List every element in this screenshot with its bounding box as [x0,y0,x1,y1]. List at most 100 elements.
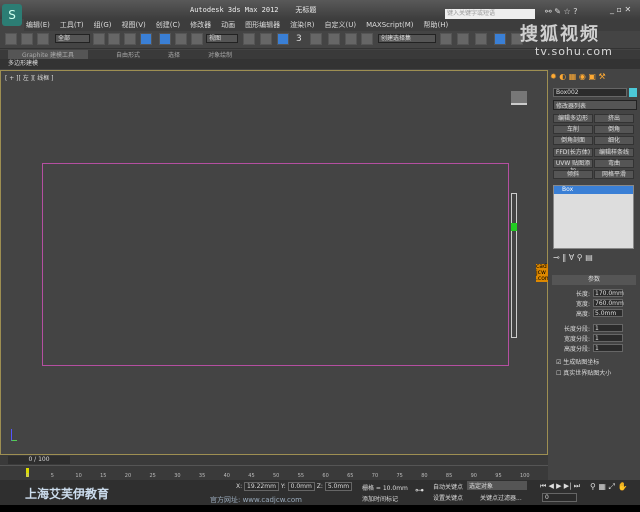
menu-graph-editors[interactable]: 图形编辑器 [245,20,280,30]
stack-item-box[interactable]: Box [554,186,633,194]
ribbon-panel-polygon-modeling[interactable]: 多边形建模 [0,59,640,69]
tab-graphite[interactable]: Graphite 建模工具 [8,50,89,59]
width-spinner[interactable]: 760.0mm [593,299,624,307]
track-tick-label: 30 [174,473,181,479]
track-bar[interactable]: 0 5 10 15 20 25 30 35 40 45 50 55 60 65 70 75 80 85 90 95 10… [0,465,548,480]
select-object-icon[interactable] [93,33,105,45]
viewcube-icon[interactable] [511,91,527,105]
mod-edit-poly-button[interactable]: 编辑多边形 [553,114,593,123]
align-icon[interactable] [457,33,469,45]
auto-key-button[interactable]: 自动关键点 [433,482,463,491]
angle-snap-icon[interactable] [310,33,322,45]
ref-coord-dropdown[interactable]: 视图 [206,34,238,43]
width-segs-spinner[interactable]: 1 [593,334,623,342]
menu-create[interactable]: 创建(C) [156,20,180,30]
modifier-list-dropdown[interactable]: 修改器列表 [553,100,637,110]
menu-customize[interactable]: 自定义(U) [324,20,356,30]
site-watermark: 官方网址: www.cadjcw.com [210,496,302,504]
pivot-icon[interactable] [243,33,255,45]
spinner-snap-icon[interactable] [345,33,357,45]
layer-manager-icon[interactable] [475,33,487,45]
box-object-wireframe[interactable] [42,163,509,366]
window-crossing-icon[interactable] [140,33,152,45]
track-tick-label: 55 [297,473,305,479]
scale-icon[interactable] [191,33,203,45]
key-mode-dropdown[interactable]: 选定对象 [467,481,527,490]
bind-spacewarp-icon[interactable] [37,33,49,45]
mod-uvw-map-button[interactable]: UVW 贴图添加 [553,159,593,175]
transform-gizmo[interactable] [511,193,517,338]
tab-selection[interactable]: 选择 [168,50,180,59]
length-spinner[interactable]: 170.0mm [593,289,624,297]
rect-selection-icon[interactable] [124,33,136,45]
key-icon[interactable]: ⊶ [415,486,424,496]
viewport-left[interactable]: [ + ][ 左 ][ 线框 ] cad jcw .com [0,70,551,455]
menu-tools[interactable]: 工具(T) [60,20,84,30]
height-spinner[interactable]: 5.0mm [593,309,623,317]
menu-maxscript[interactable]: MAXScript(M) [366,21,413,29]
playback-controls[interactable]: ⏮ ◀ ▶ ▶| ⏭ [540,482,580,491]
tab-object-paint[interactable]: 对象绘制 [208,50,232,59]
edit-named-sel-icon[interactable] [361,33,373,45]
viewport-nav-icons[interactable]: ⚲ ▦ ⤢ ✋ [590,482,627,492]
move-icon[interactable] [159,33,171,45]
mod-edit-spline-button[interactable]: 编辑样条线 [594,148,634,157]
app-logo-button[interactable]: S [2,4,22,26]
menu-edit[interactable]: 编辑(E) [26,20,50,30]
menu-rendering[interactable]: 渲染(R) [290,20,314,30]
graphite-toggle-icon[interactable] [494,33,506,45]
mod-bend-button[interactable]: 弯曲 [594,159,634,168]
menu-modifiers[interactable]: 修改器 [190,20,211,30]
mod-skew-button[interactable]: 倾斜 [553,170,593,179]
time-slider[interactable]: 0 / 100 [0,455,548,465]
menu-group[interactable]: 组(G) [94,20,112,30]
link-icon[interactable] [5,33,17,45]
viewport-label[interactable]: [ + ][ 左 ][ 线框 ] [5,73,54,82]
stack-tools-icons[interactable]: ⊸ ‖ ∀ ⚲ ▤ [553,253,593,262]
parameters-rollout-header[interactable]: 参数 [552,275,636,285]
mirror-icon[interactable] [440,33,452,45]
height-segs-spinner[interactable]: 1 [593,344,623,352]
mod-bevel-profile-button[interactable]: 倒角剖面 [553,136,593,145]
current-frame-field[interactable]: 0 [542,493,577,502]
y-coord-field[interactable]: 0.0mm [287,482,315,491]
manipulate-icon[interactable] [260,33,272,45]
tab-freeform[interactable]: 自由形式 [116,50,140,59]
gen-map-coords-checkbox[interactable]: ☑ 生成贴图坐标 [556,357,599,366]
panel-tab-icons[interactable]: ✹ ◐ ▦ ◉ ▣ ⚒ [550,72,606,81]
rotate-icon[interactable] [175,33,187,45]
menu-views[interactable]: 视图(V) [122,20,146,30]
mod-bevel-button[interactable]: 倒角 [594,125,634,134]
mod-ffd-box-button[interactable]: FFD(长方体) [553,148,593,157]
snap-toggle-icon[interactable]: 3 [296,34,302,44]
select-by-name-icon[interactable] [108,33,120,45]
set-key-button[interactable]: 设置关键点 [433,493,463,502]
mod-meshsmooth-button[interactable]: 网格平滑 [594,170,634,179]
object-color-swatch[interactable] [629,88,637,97]
command-panel: ✹ ◐ ▦ ◉ ▣ ⚒ Box002 修改器列表 编辑多边形 挤出 车削 倒角 … [548,70,640,455]
length-segs-spinner[interactable]: 1 [593,324,623,332]
width-label: 宽度: [575,301,590,308]
x-coord-field[interactable]: 19.22mm [244,482,279,491]
track-tick-label: 90 [470,473,477,479]
mod-extrude-button[interactable]: 挤出 [594,114,634,123]
menu-help[interactable]: 帮助(H) [424,20,449,30]
menu-animation[interactable]: 动画 [221,20,235,30]
selection-filter-dropdown[interactable]: 全部 [55,34,90,43]
gizmo-y-axis[interactable] [511,223,517,231]
object-name-field[interactable]: Box002 [553,88,627,97]
unlink-icon[interactable] [21,33,33,45]
help-icons[interactable]: ⚯ ✎ ☆ ? [545,7,577,16]
mod-tessellate-button[interactable]: 细化 [594,136,634,145]
keyboard-shortcut-icon[interactable] [277,33,289,45]
mod-lathe-button[interactable]: 车削 [553,125,593,134]
search-input[interactable]: 键入关键字或短语 [445,9,535,19]
real-world-map-checkbox[interactable]: ☐ 真实世界贴图大小 [556,368,611,377]
window-controls[interactable]: _ ▫ ✕ [610,5,631,14]
key-filters-button[interactable]: 关键点过滤器... [480,493,522,502]
add-time-tag-button[interactable]: 添加时间标记 [362,494,398,503]
percent-snap-icon[interactable] [328,33,340,45]
time-slider-thumb[interactable]: 0 / 100 [8,456,70,464]
z-coord-field[interactable]: 5.0mm [324,482,353,491]
named-selection-dropdown[interactable]: 创建选择集 [378,34,436,43]
